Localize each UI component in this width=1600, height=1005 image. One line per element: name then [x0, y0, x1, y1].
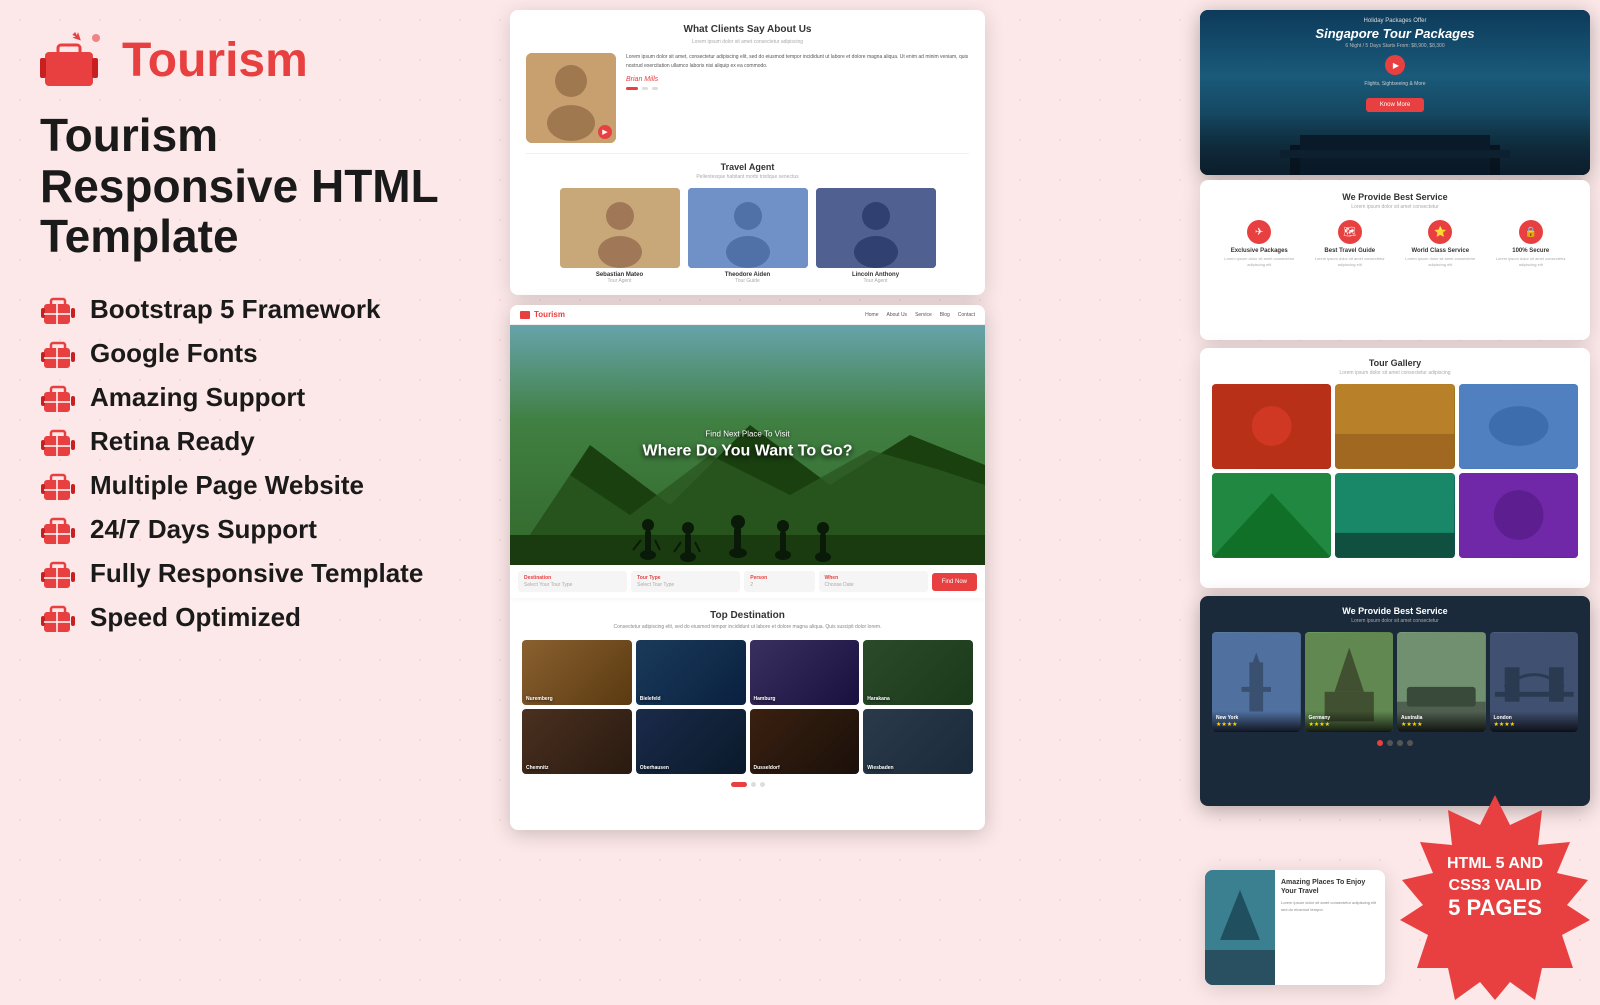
- testimonial-text: Lorem ipsum dolor sit amet, consectetur …: [626, 53, 969, 70]
- testimonial-signature: Brian Mills: [626, 76, 969, 83]
- feature-label: Google Fonts: [90, 338, 258, 369]
- agent-role: Tour Agent: [560, 278, 680, 284]
- nav-contact[interactable]: Contact: [958, 312, 975, 318]
- service-label-2: Best Travel Guide: [1307, 248, 1392, 254]
- nav-service[interactable]: Service: [915, 312, 932, 318]
- best-service-screenshot: We Provide Best Service Lorem ipsum dolo…: [1200, 180, 1590, 340]
- luggage-icon: [40, 600, 76, 636]
- top-destination-title: Top Destination: [522, 610, 973, 621]
- luggage-icon: [40, 292, 76, 328]
- best-service-subtitle: Lorem ipsum dolor sit amet consectetur: [1214, 204, 1576, 210]
- luggage-icon: [40, 556, 76, 592]
- search-button[interactable]: Find Now: [932, 573, 977, 591]
- feature-label: Speed Optimized: [90, 602, 301, 633]
- luggage-icon: [40, 512, 76, 548]
- svg-text:CSS3 VALID: CSS3 VALID: [1448, 877, 1541, 894]
- best-service-title: We Provide Best Service: [1214, 192, 1576, 202]
- feature-label: 24/7 Days Support: [90, 514, 317, 545]
- nav-about[interactable]: About Us: [886, 312, 907, 318]
- holiday-screenshot: Holiday Packages Offer Singapore Tour Pa…: [1200, 10, 1590, 175]
- hero-small-text: Find Next Place To Visit: [642, 430, 852, 439]
- amazing-title: Amazing Places To Enjoy Your Travel: [1281, 878, 1379, 896]
- dark-service-title: We Provide Best Service: [1212, 606, 1578, 616]
- left-panel: Tourism Tourism Responsive HTML Template…: [0, 0, 500, 1000]
- service-label-1: Exclusive Packages: [1217, 248, 1302, 254]
- feature-label: Amazing Support: [90, 382, 305, 413]
- service-label-4: 100% Secure: [1488, 248, 1573, 254]
- features-list: Bootstrap 5 Framework Google Fonts: [40, 292, 460, 636]
- list-item: Amazing Support: [40, 380, 460, 416]
- list-item: 24/7 Days Support: [40, 512, 460, 548]
- agent-role: Tour Agent: [816, 278, 936, 284]
- list-item: Multiple Page Website: [40, 468, 460, 504]
- feature-label: Multiple Page Website: [90, 470, 364, 501]
- top-destination-subtitle: Consectetur adipiscing elit, sed do eius…: [522, 624, 973, 632]
- gallery-screenshot: Tour Gallery Lorem ipsum dolor sit amet …: [1200, 348, 1590, 588]
- amazing-desc: Lorem ipsum dolor sit amet consectetur a…: [1281, 900, 1379, 913]
- dark-service-screenshot: We Provide Best Service Lorem ipsum dolo…: [1200, 596, 1590, 806]
- screenshots-area: What Clients Say About Us Lorem ipsum do…: [490, 0, 1600, 1000]
- nav-blog[interactable]: Blog: [940, 312, 950, 318]
- svg-text:5 PAGES: 5 PAGES: [1448, 895, 1542, 920]
- amazing-places-screenshot: Amazing Places To Enjoy Your Travel Lore…: [1205, 870, 1385, 985]
- gallery-title: Tour Gallery: [1212, 358, 1578, 368]
- know-more-button[interactable]: Know More: [1366, 98, 1424, 112]
- feature-label: Retina Ready: [90, 426, 255, 457]
- list-item: Speed Optimized: [40, 600, 460, 636]
- travel-agent-title: Travel Agent: [526, 162, 969, 172]
- list-item: Google Fonts: [40, 336, 460, 372]
- testimonials-screenshot: What Clients Say About Us Lorem ipsum do…: [510, 10, 985, 295]
- holiday-title: Singapore Tour Packages: [1200, 26, 1590, 41]
- luggage-icon: [40, 468, 76, 504]
- service-label-3: World Class Service: [1398, 248, 1483, 254]
- hero-screenshot: Tourism Home About Us Service Blog Conta…: [510, 305, 985, 830]
- luggage-icon: [40, 380, 76, 416]
- svg-text:HTML 5 AND: HTML 5 AND: [1447, 855, 1543, 872]
- list-item: Fully Responsive Template: [40, 556, 460, 592]
- holiday-offer-text: Holiday Packages Offer: [1200, 18, 1590, 24]
- hero-big-text: Where Do You Want To Go?: [642, 443, 852, 461]
- list-item: Retina Ready: [40, 424, 460, 460]
- luggage-icon: [40, 424, 76, 460]
- main-title: Tourism Responsive HTML Template: [40, 110, 460, 262]
- nav-home[interactable]: Home: [865, 312, 878, 318]
- list-item: Bootstrap 5 Framework: [40, 292, 460, 328]
- agent-role: Tour Guide: [688, 278, 808, 284]
- feature-label: Bootstrap 5 Framework: [90, 294, 380, 325]
- logo-text: Tourism: [122, 33, 308, 88]
- luggage-icon: [40, 336, 76, 372]
- logo-area: Tourism: [40, 30, 460, 90]
- logo-icon: [40, 30, 110, 90]
- hero-nav-logo: Tourism: [534, 310, 565, 319]
- html-badge: HTML 5 AND CSS3 VALID 5 PAGES: [1390, 790, 1600, 1000]
- testimonials-title: What Clients Say About Us: [526, 24, 969, 35]
- feature-label: Fully Responsive Template: [90, 558, 423, 589]
